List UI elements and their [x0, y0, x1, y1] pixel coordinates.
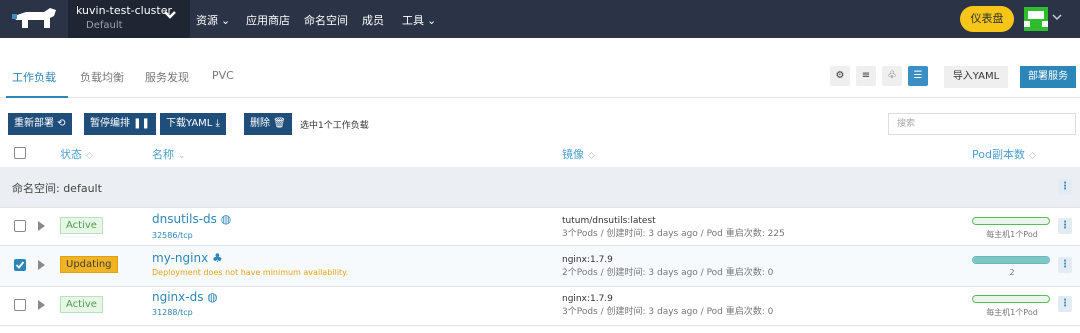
image-name: tutum/dnsutils:latest: [562, 216, 656, 226]
search-input[interactable]: 搜索: [888, 113, 1076, 135]
download-yaml-button[interactable]: 下载YAML ⤓: [160, 113, 226, 135]
row-menu-icon[interactable]: ⋮: [1058, 257, 1072, 273]
workload-status-message: Deployment does not have minimum availab…: [152, 268, 349, 277]
view-group-icon[interactable]: ♧: [882, 66, 902, 86]
globe-icon: ◍: [220, 212, 232, 226]
select-all-checkbox[interactable]: [14, 147, 26, 159]
row-divider: [0, 207, 1080, 208]
namespace-menu-icon[interactable]: ⋮: [1058, 179, 1072, 195]
pod-scale-label: 2: [1009, 268, 1015, 277]
nav-resources[interactable]: 资源 ⌄: [196, 12, 230, 28]
image-meta: 3个Pods / 创建时间: 3 days ago / Pod 重启次数: 22…: [562, 229, 785, 239]
cluster-selector[interactable]: kuvin-test-cluster Default: [68, 0, 190, 38]
status-badge: Updating: [60, 256, 118, 273]
chevron-down-icon: [164, 11, 176, 19]
expand-icon[interactable]: [38, 221, 45, 231]
globe-icon: ◍: [207, 290, 218, 304]
nav-namespaces[interactable]: 命名空间: [304, 12, 348, 28]
image-name: nginx:1.7.9: [562, 294, 613, 304]
row-checkbox[interactable]: [14, 220, 26, 232]
project-name: Default: [86, 20, 123, 31]
image-name: nginx:1.7.9: [562, 255, 613, 265]
row-checkbox[interactable]: [14, 259, 26, 271]
workload-endpoint[interactable]: 31288/tcp: [152, 308, 193, 317]
status-badge: Active: [60, 296, 103, 313]
tab-workloads[interactable]: 工作负载: [12, 69, 56, 85]
pod-scale-label: 每主机1个Pod: [986, 308, 1038, 317]
row-menu-icon[interactable]: ⋮: [1058, 296, 1072, 312]
checkmark-icon: [15, 261, 25, 269]
deploy-service-button[interactable]: 部署服务: [1020, 66, 1076, 88]
delete-button[interactable]: 删除 🗑: [244, 113, 292, 135]
pod-scale-label: 每主机1个Pod: [986, 230, 1038, 239]
sort-icon: ⌄: [178, 151, 186, 161]
namespace-label: 命名空间: default: [12, 182, 102, 195]
top-navigation-bar: kuvin-test-cluster Default 资源 ⌄ 应用商店 命名空间…: [0, 0, 1080, 38]
image-meta: 2个Pods / 创建时间: 3 days ago / Pod 重启次数: 0: [562, 268, 774, 278]
column-header-image[interactable]: 镜像 ◇: [562, 146, 595, 162]
redeploy-button[interactable]: 重新部署 ⟲: [8, 113, 72, 135]
expand-icon[interactable]: [38, 300, 45, 310]
cluster-name: kuvin-test-cluster: [76, 4, 173, 17]
pod-scale-bar: [972, 295, 1050, 303]
sort-icon: ◇: [86, 151, 93, 161]
row-menu-icon[interactable]: ⋮: [1058, 218, 1072, 234]
view-tree-icon[interactable]: ☰: [908, 66, 928, 86]
chevron-down-icon: ⌄: [221, 14, 231, 27]
status-badge: Active: [60, 217, 103, 234]
people-icon: ♣: [212, 251, 223, 265]
workload-name-link[interactable]: nginx-ds ◍: [152, 290, 218, 304]
row-checkbox[interactable]: [14, 299, 26, 311]
chevron-down-icon: ⌄: [427, 14, 437, 27]
pod-scale-bar: [972, 256, 1050, 264]
user-avatar[interactable]: [1024, 7, 1048, 31]
view-list-icon[interactable]: ≡: [856, 66, 876, 86]
tab-divider: [0, 97, 1080, 98]
namespace-group-row: 命名空间: default ⋮: [0, 167, 1080, 207]
column-header-state[interactable]: 状态 ◇: [60, 146, 93, 162]
tab-service-discovery[interactable]: 服务发现: [145, 69, 189, 85]
row-divider: [0, 325, 1080, 326]
tab-load-balancing[interactable]: 负载均衡: [80, 69, 124, 85]
dashboard-button[interactable]: 仪表盘: [960, 6, 1014, 32]
sort-icon: ◇: [1028, 151, 1036, 161]
rancher-logo-icon[interactable]: [10, 6, 58, 32]
workload-name-link[interactable]: dnsutils-ds ◍: [152, 212, 231, 226]
pause-orchestration-button[interactable]: 暂停编排 ❚❚: [84, 113, 156, 135]
import-yaml-button[interactable]: 导入YAML: [944, 66, 1008, 88]
nav-catalog[interactable]: 应用商店: [246, 12, 290, 28]
column-header-pods[interactable]: Pod副本数 ◇: [972, 146, 1036, 162]
expand-icon[interactable]: [38, 260, 45, 270]
workload-endpoint[interactable]: 32586/tcp: [152, 231, 193, 240]
nav-tools[interactable]: 工具 ⌄: [402, 12, 436, 28]
tab-pvc[interactable]: PVC: [212, 69, 234, 82]
pod-scale-bar: [972, 217, 1050, 225]
workload-name-link[interactable]: my-nginx ♣: [152, 251, 223, 265]
nav-members[interactable]: 成员: [362, 12, 384, 28]
selection-count: 选中1个工作负载: [300, 121, 369, 131]
row-divider: [0, 286, 1080, 287]
view-node-icon[interactable]: ⚙: [830, 66, 850, 86]
chevron-down-icon[interactable]: [1052, 14, 1062, 22]
column-header-name[interactable]: 名称 ⌄: [152, 146, 186, 162]
active-tab-indicator: [6, 96, 68, 98]
image-meta: 3个Pods / 创建时间: 3 days ago / Pod 重启次数: 0: [562, 307, 774, 317]
sort-icon: ◇: [588, 151, 595, 161]
